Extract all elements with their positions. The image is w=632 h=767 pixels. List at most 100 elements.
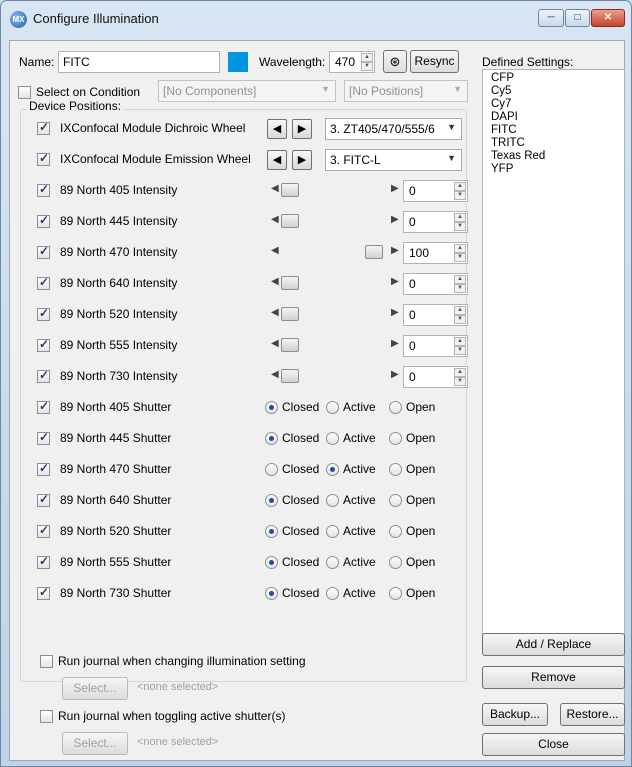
shutter-checkbox[interactable] (37, 585, 50, 600)
intensity-checkbox[interactable] (37, 368, 50, 383)
journal-change-checkbox[interactable] (40, 655, 53, 668)
intensity-stepper[interactable]: 0 ▲ ▼ (403, 335, 468, 357)
wheel-position-dropdown[interactable]: 3. FITC-L ▼ (325, 149, 462, 171)
maximize-button[interactable]: □ (565, 9, 590, 27)
shutter-active-radio[interactable] (326, 494, 339, 507)
shutter-closed-radio[interactable] (265, 587, 278, 600)
wheel-checkbox[interactable] (37, 120, 50, 135)
wavelength-down-icon[interactable]: ▼ (361, 62, 373, 71)
increment-icon[interactable]: ▲ (454, 368, 466, 377)
shutter-checkbox[interactable] (37, 399, 50, 414)
decrement-icon[interactable]: ▼ (454, 191, 466, 200)
decrement-icon[interactable]: ▼ (454, 377, 466, 386)
decrement-icon[interactable]: ▼ (454, 222, 466, 231)
slider-right-icon[interactable]: ▶ (391, 245, 399, 256)
title-bar[interactable]: MX Configure Illumination ─ □ ✕ (1, 1, 631, 35)
slider-thumb[interactable] (281, 369, 299, 383)
slider-left-icon[interactable]: ◀ (271, 183, 279, 194)
intensity-stepper[interactable]: 0 ▲ ▼ (403, 304, 468, 326)
backup-button[interactable]: Backup... (482, 703, 548, 726)
decrement-icon[interactable]: ▼ (454, 346, 466, 355)
intensity-checkbox[interactable] (37, 213, 50, 228)
decrement-icon[interactable]: ▼ (454, 315, 466, 324)
select-on-condition-checkbox[interactable] (18, 86, 31, 99)
wavelength-sync-icon-button[interactable]: ⊛ (383, 50, 407, 73)
intensity-checkbox[interactable] (37, 275, 50, 290)
add-replace-button[interactable]: Add / Replace (482, 633, 625, 656)
slider-right-icon[interactable]: ▶ (391, 338, 399, 349)
wavelength-stepper[interactable]: 470 ▲ ▼ (329, 51, 375, 73)
color-swatch[interactable] (228, 52, 248, 72)
increment-icon[interactable]: ▲ (454, 306, 466, 315)
journal-toggle-checkbox[interactable] (40, 710, 53, 723)
shutter-open-radio[interactable] (389, 463, 402, 476)
shutter-closed-radio[interactable] (265, 525, 278, 538)
intensity-checkbox[interactable] (37, 306, 50, 321)
previous-position-icon[interactable]: ◀ (267, 150, 287, 170)
shutter-open-radio[interactable] (389, 587, 402, 600)
intensity-stepper[interactable]: 0 ▲ ▼ (403, 366, 468, 388)
slider-thumb[interactable] (281, 183, 299, 197)
positions-dropdown[interactable]: [No Positions] ▼ (344, 80, 468, 102)
shutter-closed-radio[interactable] (265, 463, 278, 476)
shutter-open-radio[interactable] (389, 556, 402, 569)
shutter-closed-radio[interactable] (265, 556, 278, 569)
name-field[interactable]: FITC (58, 51, 220, 73)
shutter-open-radio[interactable] (389, 432, 402, 445)
shutter-active-radio[interactable] (326, 525, 339, 538)
slider-thumb[interactable] (281, 214, 299, 228)
shutter-closed-radio[interactable] (265, 401, 278, 414)
shutter-active-radio[interactable] (326, 587, 339, 600)
shutter-active-radio[interactable] (326, 432, 339, 445)
list-item[interactable]: TRITC (491, 137, 624, 150)
decrement-icon[interactable]: ▼ (454, 284, 466, 293)
previous-position-icon[interactable]: ◀ (267, 119, 287, 139)
list-item[interactable]: Cy7 (491, 98, 624, 111)
slider-left-icon[interactable]: ◀ (271, 338, 279, 349)
journal-change-select-button[interactable]: Select... (62, 677, 128, 700)
intensity-stepper[interactable]: 0 ▲ ▼ (403, 180, 468, 202)
slider-thumb[interactable] (281, 338, 299, 352)
remove-button[interactable]: Remove (482, 666, 625, 689)
increment-icon[interactable]: ▲ (454, 244, 466, 253)
list-item[interactable]: FITC (491, 124, 624, 137)
slider-left-icon[interactable]: ◀ (271, 245, 279, 256)
intensity-slider[interactable]: ◀ ▶ (271, 338, 399, 354)
shutter-checkbox[interactable] (37, 492, 50, 507)
intensity-slider[interactable]: ◀ ▶ (271, 276, 399, 292)
next-position-icon[interactable]: ▶ (292, 150, 312, 170)
intensity-checkbox[interactable] (37, 337, 50, 352)
increment-icon[interactable]: ▲ (454, 213, 466, 222)
restore-button[interactable]: Restore... (560, 703, 625, 726)
shutter-checkbox[interactable] (37, 461, 50, 476)
wheel-position-dropdown[interactable]: 3. ZT405/470/555/6 ▼ (325, 118, 462, 140)
shutter-open-radio[interactable] (389, 401, 402, 414)
intensity-slider[interactable]: ◀ ▶ (271, 245, 399, 261)
slider-right-icon[interactable]: ▶ (391, 307, 399, 318)
slider-thumb[interactable] (365, 245, 383, 259)
shutter-open-radio[interactable] (389, 525, 402, 538)
slider-left-icon[interactable]: ◀ (271, 214, 279, 225)
wheel-checkbox[interactable] (37, 151, 50, 166)
slider-right-icon[interactable]: ▶ (391, 214, 399, 225)
slider-thumb[interactable] (281, 276, 299, 290)
list-item[interactable]: Cy5 (491, 85, 624, 98)
list-item[interactable]: CFP (491, 72, 624, 85)
decrement-icon[interactable]: ▼ (454, 253, 466, 262)
slider-thumb[interactable] (281, 307, 299, 321)
shutter-checkbox[interactable] (37, 554, 50, 569)
list-item[interactable]: YFP (491, 163, 624, 176)
shutter-active-radio[interactable] (326, 556, 339, 569)
slider-left-icon[interactable]: ◀ (271, 369, 279, 380)
close-button[interactable]: Close (482, 733, 625, 756)
intensity-slider[interactable]: ◀ ▶ (271, 307, 399, 323)
increment-icon[interactable]: ▲ (454, 275, 466, 284)
intensity-slider[interactable]: ◀ ▶ (271, 369, 399, 385)
slider-left-icon[interactable]: ◀ (271, 276, 279, 287)
increment-icon[interactable]: ▲ (454, 337, 466, 346)
intensity-checkbox[interactable] (37, 244, 50, 259)
intensity-slider[interactable]: ◀ ▶ (271, 214, 399, 230)
shutter-closed-radio[interactable] (265, 432, 278, 445)
journal-toggle-select-button[interactable]: Select... (62, 732, 128, 755)
minimize-button[interactable]: ─ (538, 9, 564, 27)
